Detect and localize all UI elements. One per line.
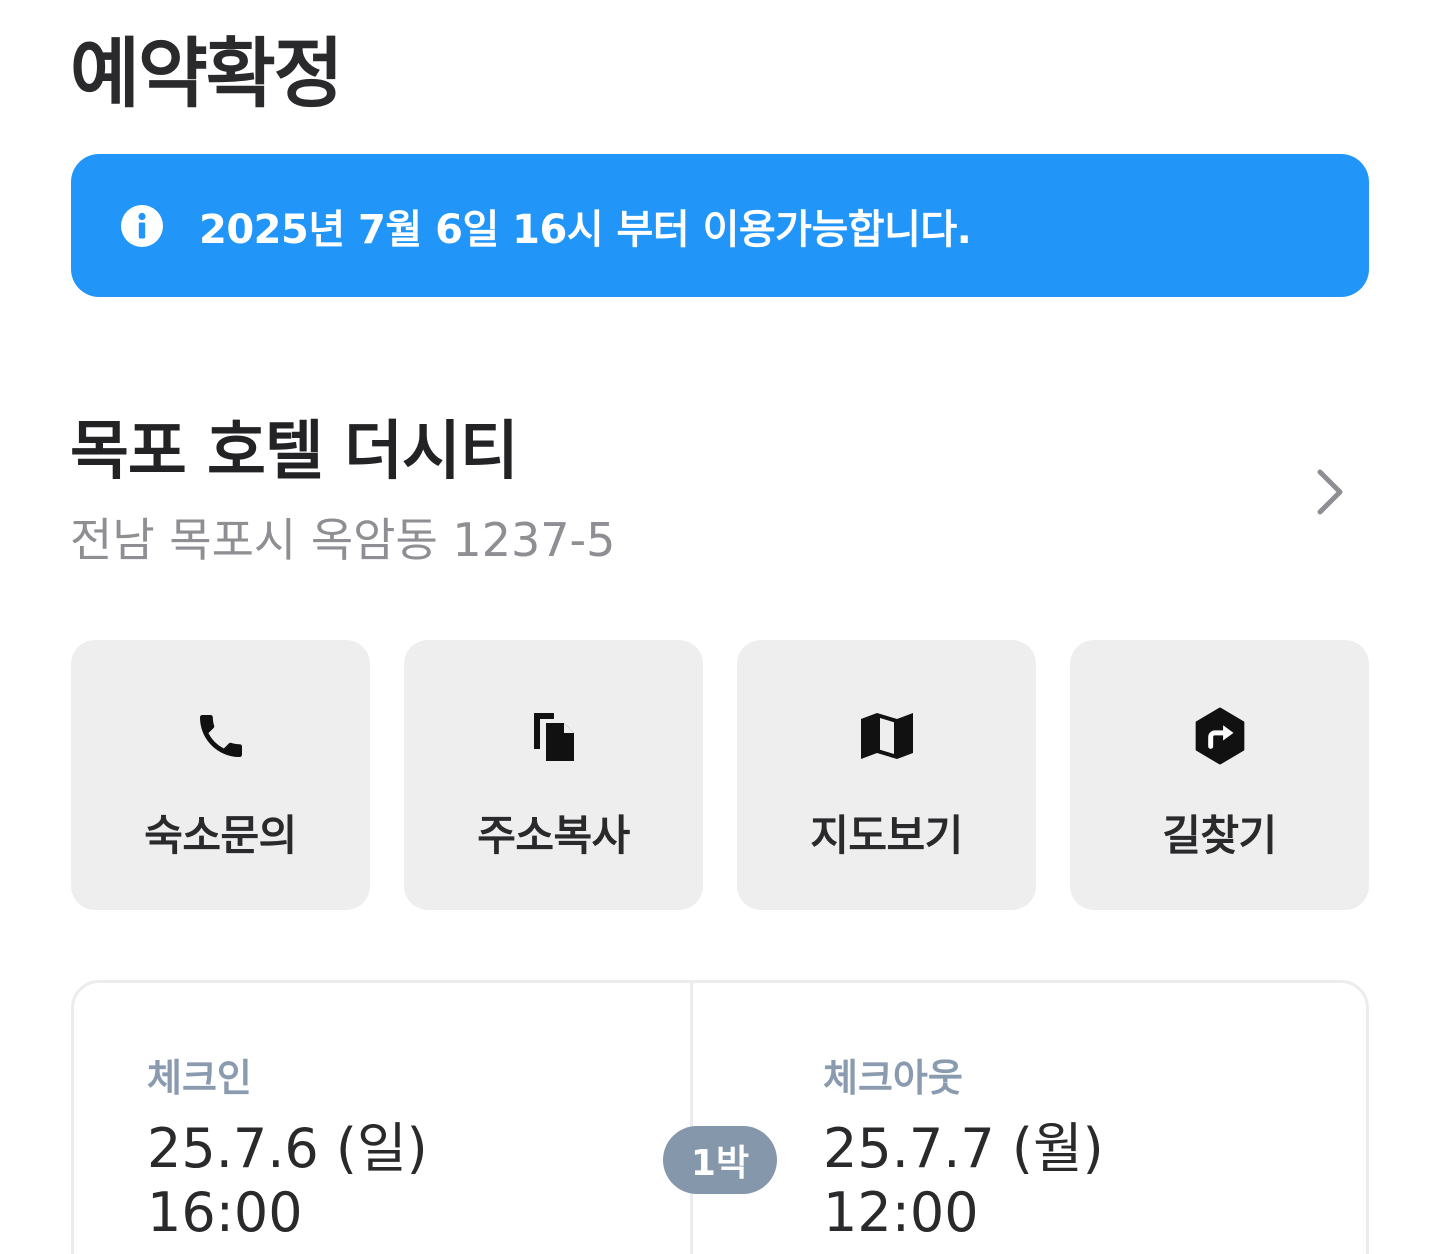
map-icon [855, 704, 919, 768]
checkout-date: 25.7.7 (월) [823, 1117, 1104, 1180]
get-directions-label: 길찾기 [1162, 811, 1277, 860]
checkin-label: 체크인 [147, 1056, 252, 1100]
copy-address-label: 주소복사 [477, 811, 630, 860]
availability-notice-text: 2025년 7월 6일 16시 부터 이용가능합니다. [199, 206, 972, 253]
info-icon [121, 204, 163, 247]
view-map-label: 지도보기 [810, 811, 963, 860]
contact-hotel-label: 숙소문의 [144, 811, 297, 860]
page-title: 예약확정 [70, 29, 344, 118]
checkin-date: 25.7.6 (일) [147, 1117, 428, 1180]
availability-notice-banner: 2025년 7월 6일 16시 부터 이용가능합니다. [71, 154, 1369, 297]
hotel-info[interactable]: 목포 호텔 더시티 전남 목포시 옥암동 1237-5 [70, 412, 1370, 582]
nights-badge: 1박 [663, 1126, 777, 1194]
copy-address-button[interactable]: 주소복사 [404, 640, 703, 910]
contact-hotel-button[interactable]: 숙소문의 [71, 640, 370, 910]
checkout-label: 체크아웃 [823, 1056, 963, 1100]
reservation-confirmation-page: 예약확정 2025년 7월 6일 16시 부터 이용가능합니다. 목포 호텔 더… [0, 0, 1440, 1254]
checkin-info: 체크인 25.7.6 (일) 16:00 [74, 983, 693, 1254]
hotel-address: 전남 목포시 옥암동 1237-5 [70, 513, 616, 567]
chevron-right-icon[interactable] [1310, 464, 1350, 520]
checkout-time: 12:00 [823, 1181, 979, 1244]
get-directions-button[interactable]: 길찾기 [1070, 640, 1369, 910]
phone-icon [189, 704, 253, 768]
view-map-button[interactable]: 지도보기 [737, 640, 1036, 910]
hotel-name: 목포 호텔 더시티 [70, 415, 519, 489]
checkin-time: 16:00 [147, 1181, 303, 1244]
copy-icon [522, 704, 586, 768]
directions-icon [1188, 704, 1252, 768]
action-buttons: 숙소문의 주소복사 지도보기 길찾기 [71, 640, 1369, 910]
checkout-info: 체크아웃 25.7.7 (월) 12:00 [693, 983, 1366, 1254]
stay-period-card: 체크인 25.7.6 (일) 16:00 체크아웃 25.7.7 (월) 12:… [71, 980, 1369, 1254]
